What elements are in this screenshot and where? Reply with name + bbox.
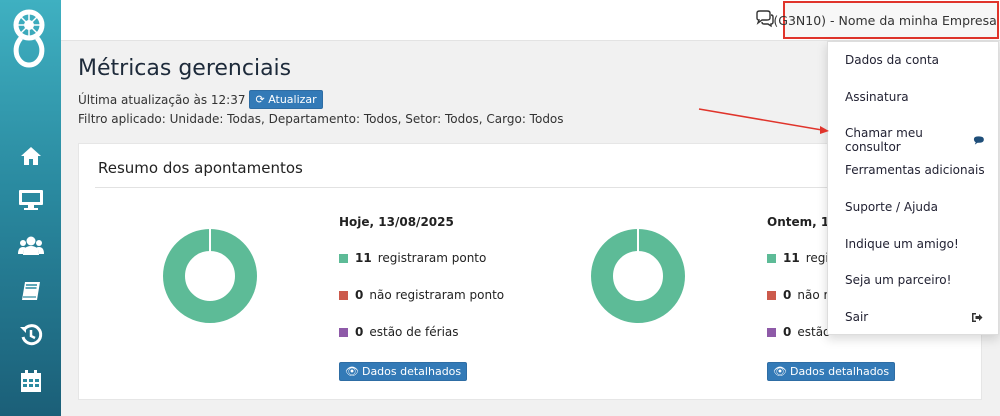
today-donut-chart [163, 228, 257, 323]
menu-item-label: Ferramentas adicionais [845, 163, 985, 177]
chat-bubble-icon [974, 135, 985, 145]
today-vacation-count: 0 [355, 325, 364, 339]
legend-swatch-vacation [767, 327, 776, 337]
menu-item-label: Sair [845, 310, 869, 324]
menu-item-become-partner[interactable]: Seja um parceiro! [845, 273, 985, 287]
company-selector[interactable]: (G3N10) - Nome da minha Empresa ⌵ [773, 1, 999, 39]
yesterday-detail-label: Dados detalhados [789, 365, 890, 378]
menu-item-additional-tools[interactable]: Ferramentas adicionais [845, 163, 985, 177]
eye-icon: 👁 [773, 365, 787, 378]
yesterday-not-registered-count: 0 [783, 288, 792, 302]
legend-swatch-registered [339, 253, 348, 263]
today-detail-button[interactable]: 👁 Dados detalhados [339, 362, 468, 381]
last-update-line: Última atualização às 12:37 ⟳ Atualizar [78, 90, 323, 109]
today-not-registered-row: 0 não registraram ponto [339, 288, 504, 302]
today-not-registered-count: 0 [355, 288, 364, 302]
yesterday-vacation-count: 0 [783, 325, 792, 339]
last-update-text: Última atualização às 12:37 [78, 92, 246, 107]
users-icon[interactable] [17, 232, 45, 258]
today-registered-label: registraram ponto [377, 251, 487, 265]
legend-swatch-not-registered [339, 290, 348, 300]
summary-title: Resumo dos apontamentos [98, 159, 303, 177]
menu-item-support-help[interactable]: Suporte / Ajuda [845, 200, 985, 214]
legend-swatch-vacation [339, 327, 348, 337]
monitor-icon[interactable] [17, 187, 45, 213]
eye-icon: 👁 [345, 365, 359, 378]
menu-item-label: Assinatura [845, 90, 909, 104]
menu-item-account-data[interactable]: Dados da conta [845, 53, 985, 67]
filter-text: Filtro aplicado: Unidade: Todas, Departa… [78, 112, 564, 126]
refresh-button[interactable]: ⟳ Atualizar [249, 90, 323, 109]
today-registered-row: 11 registraram ponto [339, 251, 486, 265]
legend-swatch-registered [767, 253, 776, 263]
page-title: Métricas gerenciais [78, 56, 292, 81]
menu-item-label: Dados da conta [845, 53, 940, 67]
today-registered-count: 11 [355, 251, 372, 265]
menu-item-label: Suporte / Ajuda [845, 200, 938, 214]
today-vacation-label: estão de férias [369, 325, 459, 339]
yesterday-detail-button[interactable]: 👁 Dados detalhados [767, 362, 896, 381]
today-not-registered-label: não registraram ponto [369, 288, 505, 302]
calendar-icon[interactable] [17, 368, 45, 394]
menu-item-label: Seja um parceiro! [845, 273, 952, 287]
company-label: (G3N10) - Nome da minha Empresa [773, 12, 997, 28]
today-title: Hoje, 13/08/2025 [339, 215, 454, 229]
chat-icon[interactable] [755, 9, 775, 29]
history-icon[interactable] [17, 322, 45, 348]
refresh-icon: ⟳ [255, 93, 265, 106]
menu-item-subscription[interactable]: Assinatura [845, 90, 985, 104]
sign-out-icon [972, 312, 983, 322]
book-icon[interactable] [17, 278, 45, 304]
refresh-label: Atualizar [268, 93, 317, 106]
account-dropdown-menu: Dados da conta Assinatura Chamar meu con… [827, 41, 999, 335]
menu-item-logout[interactable]: Sair [845, 310, 983, 324]
menu-item-call-consultant[interactable]: Chamar meu consultor [845, 126, 985, 154]
sidebar [0, 0, 61, 416]
legend-swatch-not-registered [767, 290, 776, 300]
yesterday-registered-row: 11 regis [767, 251, 835, 265]
yesterday-not-registered-row: 0 não re [767, 288, 836, 302]
logo-icon[interactable] [11, 8, 47, 68]
home-icon[interactable] [17, 143, 45, 169]
menu-item-label: Indique um amigo! [845, 237, 959, 251]
today-vacation-row: 0 estão de férias [339, 325, 459, 339]
top-bar: (G3N10) - Nome da minha Empresa ⌵ [61, 0, 1000, 41]
menu-item-refer-friend[interactable]: Indique um amigo! [845, 237, 985, 251]
yesterday-vacation-label: estão [797, 325, 831, 339]
today-detail-label: Dados detalhados [361, 365, 462, 378]
yesterday-registered-count: 11 [783, 251, 800, 265]
menu-item-label: Chamar meu consultor [845, 126, 923, 154]
yesterday-vacation-row: 0 estão [767, 325, 830, 339]
yesterday-donut-chart [591, 228, 685, 323]
